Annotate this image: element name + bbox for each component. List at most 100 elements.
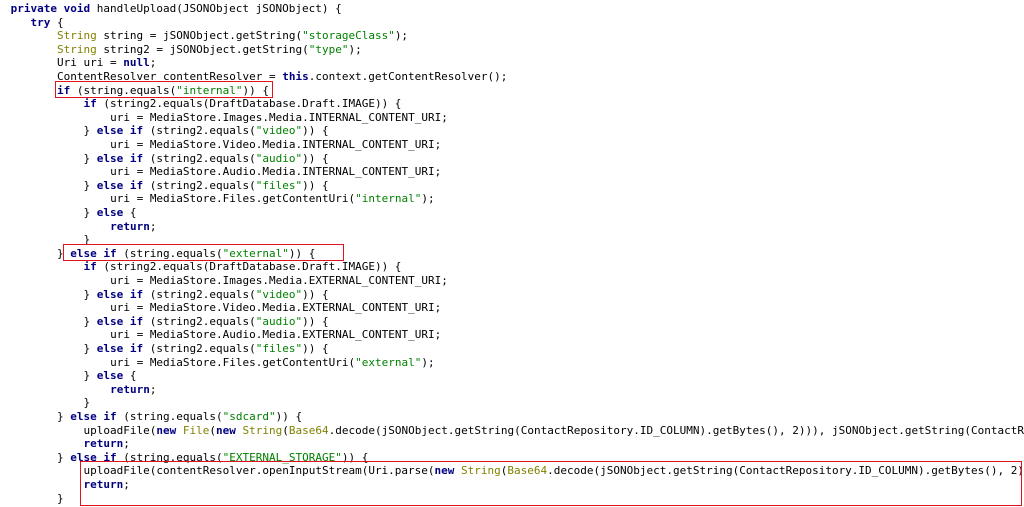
code-token: (string2.equals(DraftDatabase.Draft.IMAG…	[96, 97, 402, 111]
code-token: }	[83, 342, 97, 355]
code-line: }	[57, 492, 64, 506]
code-line: if (string.equals("internal")) {	[57, 84, 269, 98]
code-token: );	[348, 42, 362, 56]
code-token: )) {	[302, 342, 329, 355]
code-line: return;	[84, 437, 130, 451]
code-token: }	[83, 287, 97, 301]
code-token: {	[123, 369, 137, 383]
code-line: ContentResolver contentResolver = this.c…	[57, 70, 507, 84]
code-token: else if	[96, 124, 144, 138]
code-token: }	[57, 410, 71, 423]
code-token: {	[123, 206, 137, 219]
code-token: (string.equals(	[116, 450, 223, 464]
code-token: )) {	[302, 151, 329, 165]
code-token: }	[83, 124, 97, 138]
code-token: (string.equals(	[70, 83, 177, 97]
code-token: uri = MediaStore.Video.Media.INTERNAL_CO…	[110, 138, 442, 151]
code-line: return;	[84, 478, 130, 492]
code-token: "files"	[255, 342, 303, 355]
code-token: return	[83, 478, 124, 491]
code-token: uri = MediaStore.Files.getContentUri(	[110, 192, 356, 206]
code-line: String string2 = jSONObject.getString("t…	[57, 43, 362, 57]
code-line: } else if (string.equals("EXTERNAL_STORA…	[57, 451, 368, 465]
code-line: } else if (string.equals("external")) {	[57, 247, 315, 261]
code-token: return	[83, 437, 124, 451]
code-token: uri = MediaStore.Files.getContentUri(	[110, 355, 356, 369]
code-token: .decode(jSONObject.getString(ContactRepo…	[328, 423, 1024, 437]
code-token: (string.equals(	[116, 246, 223, 260]
code-token: string2 = jSONObject.getString(	[96, 42, 309, 56]
code-token: "external"	[222, 246, 289, 260]
code-token: handleUpload(JSONObject jSONObject) {	[90, 2, 342, 15]
code-line: uri = MediaStore.Files.getContentUri("in…	[110, 192, 435, 206]
code-token: )) {	[302, 178, 329, 192]
code-line: if (string2.equals(DraftDatabase.Draft.I…	[84, 97, 402, 111]
code-token: ;	[123, 478, 130, 491]
code-token: "sdcard"	[222, 410, 276, 423]
code-token: }	[83, 206, 97, 219]
code-token: );	[394, 29, 409, 43]
code-token: ContentResolver contentResolver =	[57, 70, 283, 83]
code-line: } else if (string.equals("sdcard")) {	[57, 410, 302, 424]
code-token: string = jSONObject.getString(	[96, 29, 303, 43]
code-token: else if	[96, 287, 144, 301]
code-token: )) {	[275, 410, 303, 423]
code-line: uri = MediaStore.Images.Media.EXTERNAL_C…	[110, 274, 448, 288]
code-line: return;	[110, 220, 156, 234]
code-token: (string2.equals(	[143, 124, 256, 138]
code-token: (string.equals(	[116, 410, 223, 423]
code-token: new	[434, 464, 455, 478]
code-token: (string2.equals(DraftDatabase.Draft.IMAG…	[96, 260, 402, 274]
code-line: } else {	[84, 206, 137, 220]
code-token: String	[461, 464, 501, 478]
code-token: )) {	[242, 83, 269, 97]
code-token: Uri uri =	[57, 56, 124, 70]
code-token: )) {	[302, 287, 329, 301]
code-token: String	[242, 423, 283, 437]
code-token: }	[83, 178, 97, 192]
code-token: }	[57, 491, 64, 505]
code-token: "storageClass"	[302, 29, 395, 43]
code-line: String string = jSONObject.getString("st…	[57, 29, 408, 43]
code-token: )) {	[302, 124, 329, 138]
code-token: );	[421, 192, 435, 206]
code-token: uri = MediaStore.Images.Media.INTERNAL_C…	[110, 110, 448, 124]
code-line: uploadFile(contentResolver.openInputStre…	[84, 464, 1024, 478]
code-token: null	[123, 56, 150, 70]
code-token: (string2.equals(	[143, 151, 256, 165]
code-line: uri = MediaStore.Audio.Media.INTERNAL_CO…	[110, 165, 441, 179]
code-token: return	[110, 219, 150, 233]
code-token: else if	[96, 151, 144, 165]
code-token: uploadFile(	[83, 423, 157, 437]
code-token: private void	[10, 2, 91, 15]
code-line: }	[84, 396, 91, 410]
code-token: {	[50, 15, 64, 29]
code-line: uri = MediaStore.Audio.Media.EXTERNAL_CO…	[110, 328, 441, 342]
code-token: (string2.equals(	[143, 314, 256, 328]
code-line: uploadFile(new File(new String(Base64.de…	[84, 424, 1024, 438]
code-token: uri = MediaStore.Images.Media.EXTERNAL_C…	[110, 274, 448, 287]
code-line: uri = MediaStore.Video.Media.EXTERNAL_CO…	[110, 301, 441, 315]
code-token: uri = MediaStore.Audio.Media.EXTERNAL_CO…	[110, 328, 442, 342]
code-token: }	[83, 369, 97, 383]
code-token: "internal"	[176, 83, 243, 97]
code-token: if	[83, 97, 97, 111]
code-token: )) {	[302, 314, 329, 328]
code-token: if	[83, 260, 97, 274]
code-token: }	[83, 151, 97, 165]
code-token: )) {	[341, 450, 369, 464]
code-token: Base64	[507, 464, 548, 478]
code-token: "EXTERNAL_STORAGE"	[222, 450, 342, 464]
code-line: } else if (string2.equals("files")) {	[84, 342, 329, 356]
code-token: (string2.equals(	[143, 178, 256, 192]
code-line: } else if (string2.equals("files")) {	[84, 179, 329, 193]
code-token: .context.getContentResolver();	[308, 70, 508, 83]
code-line: if (string2.equals(DraftDatabase.Draft.I…	[84, 260, 402, 274]
code-token: else if	[70, 450, 117, 464]
code-token: ;	[149, 382, 157, 396]
code-token: "external"	[355, 355, 422, 369]
code-line: Uri uri = null;	[57, 56, 156, 70]
code-token: "video"	[255, 287, 303, 301]
code-token: "type"	[308, 42, 349, 56]
